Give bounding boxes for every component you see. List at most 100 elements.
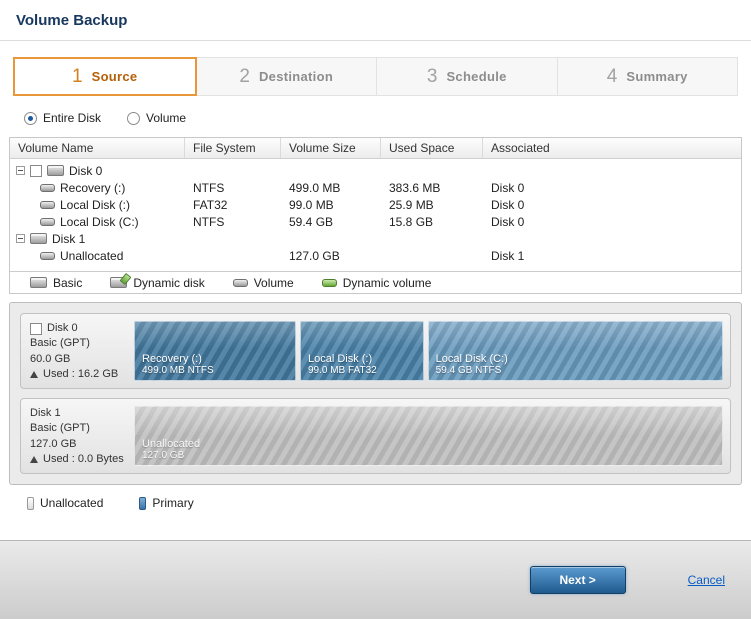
legend-dynamic-volume: Dynamic volume [322, 276, 432, 290]
row-file-system: FAT32 [185, 198, 281, 212]
disk1-info: Disk 1 Basic (GPT) 127.0 GB Used : 0.0 B… [26, 404, 132, 468]
row-volume-size: 127.0 GB [281, 249, 381, 263]
legend-volume: Volume [233, 276, 294, 290]
legend-dynamic-volume-label: Dynamic volume [343, 276, 432, 290]
row-file-system: NTFS [185, 215, 281, 229]
disk0-map-checkbox[interactable] [30, 323, 42, 335]
tab-destination[interactable]: 2 Destination [197, 57, 378, 96]
column-volume-name[interactable]: Volume Name [10, 138, 185, 158]
row-name: Local Disk (:) [60, 198, 130, 212]
table-row-unallocated[interactable]: Unallocated 127.0 GB Disk 1 [10, 247, 741, 264]
basic-disk-icon [30, 277, 47, 288]
table-row-local-disk[interactable]: Local Disk (:) FAT32 99.0 MB 25.9 MB Dis… [10, 196, 741, 213]
partition-label: Local Disk (C:) [436, 353, 715, 365]
disk0-partitions: Recovery (:) 499.0 MB NTFS Local Disk (:… [132, 319, 725, 383]
tab-source[interactable]: 1 Source [13, 57, 197, 96]
volume-radio-icon[interactable] [127, 112, 140, 125]
disk-icon [47, 165, 64, 176]
row-associated: Disk 1 [483, 249, 741, 263]
entire-disk-radio-label: Entire Disk [43, 111, 101, 125]
row-associated: Disk 0 [483, 215, 741, 229]
column-file-system[interactable]: File System [185, 138, 281, 158]
disk-icon [30, 233, 47, 244]
partition-unallocated[interactable]: Unallocated 127.0 GB [134, 406, 723, 466]
disk0-capacity: 60.0 GB [30, 352, 132, 367]
legend-unallocated: Unallocated [27, 496, 103, 510]
column-volume-size[interactable]: Volume Size [281, 138, 381, 158]
volume-icon [40, 252, 55, 260]
dynamic-disk-icon [110, 277, 127, 288]
disk-map: Disk 0 Basic (GPT) 60.0 GB Used : 16.2 G… [9, 302, 742, 485]
column-used-space[interactable]: Used Space [381, 138, 483, 158]
legend-basic-label: Basic [53, 276, 82, 290]
legend-volume-label: Volume [254, 276, 294, 290]
legend-basic: Basic [30, 276, 82, 290]
partition-label: Recovery (:) [142, 353, 288, 365]
tab-schedule[interactable]: 3 Schedule [377, 57, 558, 96]
disk1-partitions: Unallocated 127.0 GB [132, 404, 725, 468]
column-associated[interactable]: Associated [483, 138, 741, 158]
backup-mode-options: Entire Disk Volume [24, 111, 751, 125]
wizard-steps: 1 Source 2 Destination 3 Schedule 4 Summ… [13, 57, 738, 96]
row-volume-size: 499.0 MB [281, 181, 381, 195]
page-title: Volume Backup [16, 12, 127, 29]
tab-summary[interactable]: 4 Summary [558, 57, 739, 96]
disk0-used: Used : 16.2 GB [43, 367, 118, 382]
partition-label: Unallocated [142, 438, 715, 450]
legend-unallocated-label: Unallocated [40, 496, 103, 510]
table-row-recovery[interactable]: Recovery (:) NTFS 499.0 MB 383.6 MB Disk… [10, 179, 741, 196]
disk0-checkbox[interactable] [30, 165, 42, 177]
volume-radio[interactable]: Volume [127, 111, 186, 125]
tab-summary-label: Summary [626, 69, 687, 84]
row-associated: Disk 0 [483, 181, 741, 195]
disk0-info: Disk 0 Basic (GPT) 60.0 GB Used : 16.2 G… [26, 319, 132, 383]
partition-label: Local Disk (:) [308, 353, 416, 365]
table-body: Disk 0 Recovery (:) NTFS 499.0 MB 383.6 … [10, 159, 741, 271]
partition-detail: 127.0 GB [142, 450, 715, 461]
entire-disk-radio-icon[interactable] [24, 112, 37, 125]
legend-primary: Primary [139, 496, 193, 510]
expander-icon[interactable] [16, 166, 25, 175]
disk1-used: Used : 0.0 Bytes [43, 452, 124, 467]
volume-table: Volume Name File System Volume Size Used… [9, 137, 742, 294]
disk-type-legend: Basic Dynamic disk Volume Dynamic volume [10, 271, 741, 293]
row-volume-size: 59.4 GB [281, 215, 381, 229]
disk1-capacity: 127.0 GB [30, 437, 132, 452]
disk1-name: Disk 1 [30, 406, 61, 421]
used-arrow-icon [30, 456, 38, 463]
table-header: Volume Name File System Volume Size Used… [10, 138, 741, 159]
row-name: Recovery (:) [60, 181, 125, 195]
row-name: Unallocated [60, 249, 123, 263]
disk0-name: Disk 0 [47, 321, 78, 336]
legend-dynamic-disk: Dynamic disk [110, 276, 204, 290]
volume-icon [40, 184, 55, 192]
unallocated-bar-icon [27, 497, 34, 510]
volume-backup-window: Volume Backup 1 Source 2 Destination 3 S… [0, 0, 751, 619]
tab-destination-number: 2 [239, 66, 250, 88]
table-row-disk1[interactable]: Disk 1 [10, 230, 741, 247]
partition-detail: 59.4 GB NTFS [436, 365, 715, 376]
partition-detail: 99.0 MB FAT32 [308, 365, 416, 376]
volume-icon [40, 218, 55, 226]
row-name: Disk 1 [52, 232, 85, 246]
table-row-disk0[interactable]: Disk 0 [10, 162, 741, 179]
partition-local-disk[interactable]: Local Disk (:) 99.0 MB FAT32 [300, 321, 424, 381]
entire-disk-radio[interactable]: Entire Disk [24, 111, 101, 125]
row-name: Local Disk (C:) [60, 215, 139, 229]
volume-legend-icon [233, 279, 248, 287]
used-arrow-icon [30, 371, 38, 378]
partition-recovery[interactable]: Recovery (:) 499.0 MB NTFS [134, 321, 296, 381]
tab-destination-label: Destination [259, 69, 333, 84]
expander-icon[interactable] [16, 234, 25, 243]
primary-bar-icon [139, 497, 146, 510]
row-associated: Disk 0 [483, 198, 741, 212]
tab-schedule-label: Schedule [446, 69, 506, 84]
table-row-local-disk-c[interactable]: Local Disk (C:) NTFS 59.4 GB 15.8 GB Dis… [10, 213, 741, 230]
partition-detail: 499.0 MB NTFS [142, 365, 288, 376]
cancel-link[interactable]: Cancel [688, 573, 725, 587]
next-button[interactable]: Next > [530, 566, 626, 594]
partition-local-disk-c[interactable]: Local Disk (C:) 59.4 GB NTFS [428, 321, 723, 381]
tab-summary-number: 4 [607, 66, 618, 88]
disk0-type: Basic (GPT) [30, 336, 132, 351]
legend-dynamic-disk-label: Dynamic disk [133, 276, 204, 290]
